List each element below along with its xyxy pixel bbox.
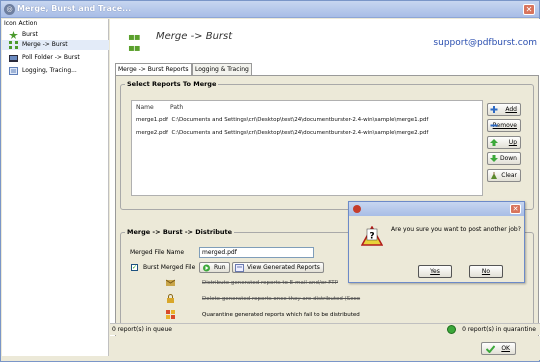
window-title: Merge, Burst and Trace...	[17, 4, 132, 13]
dialog-message: Are you sure you want to post another jo…	[391, 226, 521, 233]
action-sidebar: Icon Action Burst Merge -> Burst Poll Fo…	[2, 19, 109, 356]
close-window-button[interactable]: ✕	[523, 4, 535, 15]
sidebar-item-label: Burst	[22, 31, 38, 38]
row-name: merge1.pdf	[136, 117, 168, 123]
column-header-name[interactable]: Name	[136, 104, 154, 111]
down-label: Down	[499, 155, 517, 162]
main-window: ◎ Merge, Burst and Trace... ✕ Icon Actio…	[0, 0, 540, 362]
confirm-dialog: ✕ ? Are you sure you want to post anothe…	[348, 201, 525, 283]
reports-table[interactable]: Name Path merge1.pdf C:\Documents and Se…	[131, 100, 483, 196]
email-ftp-icon	[166, 279, 175, 286]
add-label: Add	[505, 106, 517, 113]
add-button[interactable]: Add	[487, 103, 521, 116]
page-title: Merge -> Burst	[156, 31, 233, 42]
sidebar-item-poll-folder[interactable]: Poll Folder -> Burst	[2, 53, 109, 63]
burst-merged-label: Burst Merged File	[143, 264, 196, 271]
question-icon: ?	[361, 226, 383, 246]
run-button[interactable]: Run	[199, 262, 230, 273]
distribute-option: Distribute generated reports to E-mail a…	[202, 280, 338, 286]
sidebar-item-burst[interactable]: Burst	[2, 30, 109, 40]
run-label: Run	[214, 264, 226, 271]
view-label: View Generated Reports	[247, 264, 320, 271]
arrow-up-icon	[490, 139, 498, 146]
button-bar: OK	[110, 336, 540, 360]
down-button[interactable]: Down	[487, 152, 521, 165]
quarantine-status-icon	[447, 325, 456, 334]
row-path: C:\Documents and Settings\cri\Desktop\te…	[171, 117, 429, 123]
title-bar[interactable]: ◎ Merge, Burst and Trace... ✕	[1, 1, 539, 18]
quarantine-status: 0 report(s) in quarantine	[462, 326, 536, 333]
sidebar-item-merge-burst[interactable]: Merge -> Burst	[2, 40, 109, 50]
check-icon	[486, 345, 495, 353]
lock-icon	[167, 294, 174, 303]
main-panel: ▪▪ ▪▪ Merge -> Burst support@pdfburst.com…	[110, 19, 540, 356]
dialog-app-icon	[353, 205, 361, 213]
sidebar-item-label: Logging, Tracing...	[22, 67, 77, 74]
queue-status: 0 report(s) in queue	[112, 326, 172, 333]
app-icon: ◎	[4, 4, 15, 15]
poll-folder-icon	[9, 55, 18, 62]
merge-burst-icon	[9, 41, 18, 49]
sidebar-item-logging[interactable]: Logging, Tracing...	[2, 66, 109, 76]
delete-option: Delete generated reports once they are d…	[202, 296, 361, 302]
yes-label: Yes	[430, 268, 440, 275]
column-header-path[interactable]: Path	[170, 104, 183, 111]
table-row[interactable]: merge2.pdf C:\Documents and Settings\cri…	[136, 130, 428, 136]
arrow-down-icon	[490, 155, 498, 162]
view-generated-reports-button[interactable]: View Generated Reports	[232, 262, 324, 273]
remove-button[interactable]: Remove	[487, 119, 521, 132]
minus-icon	[490, 124, 498, 127]
burst-icon	[9, 31, 18, 39]
quarantine-option: Quarantine generated reports which fail …	[202, 312, 360, 318]
clear-label: Clear	[501, 172, 517, 179]
no-label: No	[481, 268, 491, 275]
run-icon	[203, 264, 210, 272]
ok-button[interactable]: OK	[481, 342, 516, 355]
quarantine-icon	[166, 310, 175, 319]
support-link[interactable]: support@pdfburst.com	[433, 38, 537, 48]
sidebar-item-label: Merge -> Burst	[22, 41, 68, 48]
ok-label: OK	[501, 345, 510, 352]
row-name: merge2.pdf	[136, 130, 168, 136]
status-bar: 0 report(s) in queue 0 report(s) in quar…	[110, 323, 540, 335]
merge-burst-icon: ▪▪ ▪▪	[128, 32, 141, 54]
clear-button[interactable]: Clear	[487, 169, 521, 182]
merged-file-label: Merged File Name	[130, 249, 185, 256]
view-icon	[235, 264, 244, 272]
burst-merged-checkbox[interactable]: ✓	[131, 264, 138, 271]
dialog-title-bar[interactable]: ✕	[349, 202, 524, 216]
sidebar-header: Icon Action	[4, 20, 38, 27]
merged-file-input[interactable]: merged.pdf	[199, 247, 314, 258]
no-button[interactable]: No	[469, 265, 503, 278]
up-label: Up	[508, 139, 517, 146]
row-path: C:\Documents and Settings\cri\Desktop\te…	[171, 130, 429, 136]
group-title: Select Reports To Merge	[125, 80, 219, 88]
sidebar-item-label: Poll Folder -> Burst	[22, 54, 80, 61]
group-title: Merge -> Burst -> Distribute	[125, 228, 235, 236]
up-button[interactable]: Up	[487, 136, 521, 149]
table-row[interactable]: merge1.pdf C:\Documents and Settings\cri…	[136, 117, 428, 123]
svg-text:?: ?	[369, 232, 374, 242]
tab-logging-tracing[interactable]: Logging & Tracing	[192, 63, 252, 75]
yes-button[interactable]: Yes	[418, 265, 452, 278]
plus-icon	[490, 106, 498, 113]
dialog-close-button[interactable]: ✕	[510, 204, 521, 214]
broom-icon	[491, 172, 497, 179]
logging-icon	[9, 67, 18, 75]
